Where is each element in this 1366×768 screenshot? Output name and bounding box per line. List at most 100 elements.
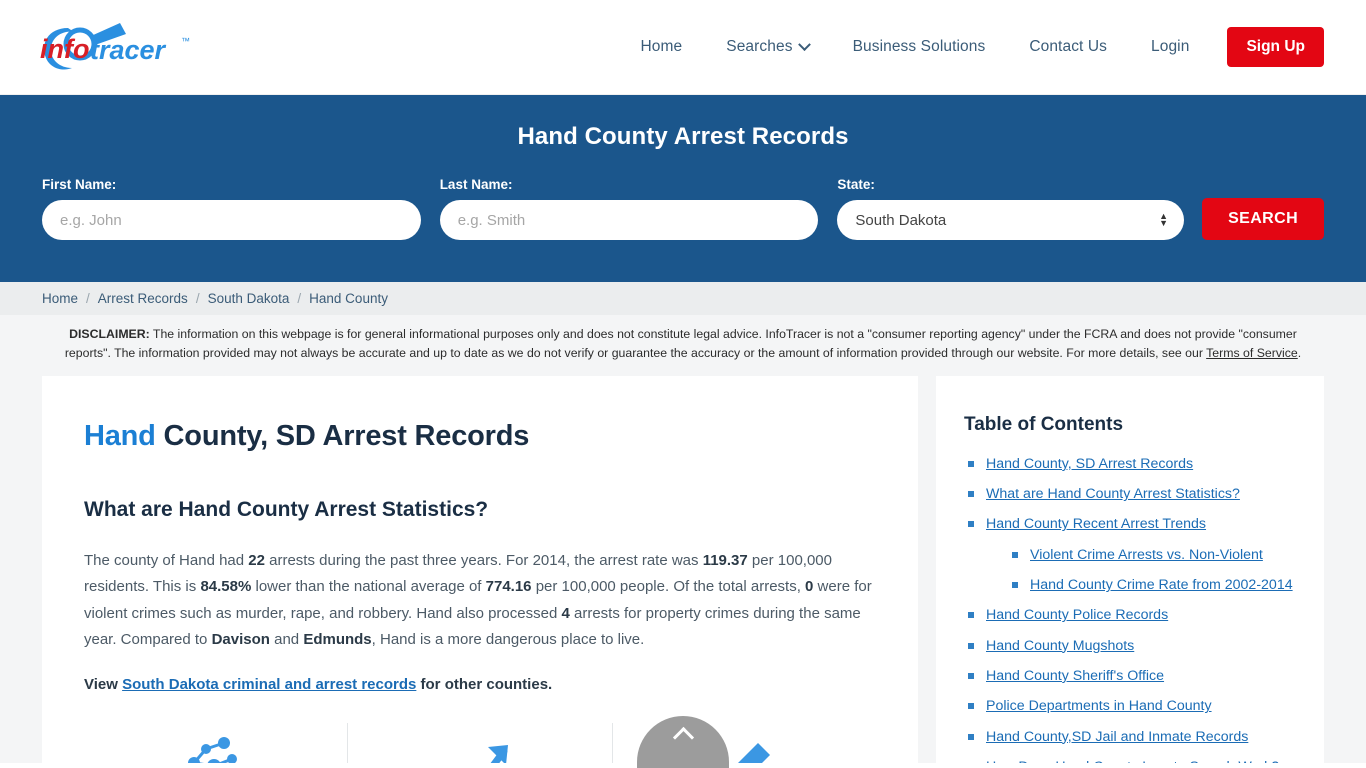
toc-link-hand-county-sheriffs-office[interactable]: Hand County Sheriff's Office xyxy=(986,668,1164,684)
toc-item: Hand County, SD Arrest Records xyxy=(964,454,1296,475)
para-text: and xyxy=(269,631,304,649)
arrest-statistics-paragraph: The county of Hand had 22 arrests during… xyxy=(84,548,876,654)
toc-item: Hand County Sheriff's Office xyxy=(964,666,1296,687)
para-text: arrests during the past three years. For… xyxy=(264,551,703,569)
para-text: The county of Hand had xyxy=(84,551,249,569)
table-of-contents-card: Table of Contents Hand County, SD Arrest… xyxy=(936,375,1324,763)
stat-icon-cell xyxy=(348,723,613,763)
disclaimer-tail: . xyxy=(1297,346,1302,361)
page-title-rest: County, SD Arrest Records xyxy=(155,419,530,452)
toc-sublist: Violent Crime Arrests vs. Non-Violent Ha… xyxy=(1008,545,1296,597)
toc-link-hand-county-police-records[interactable]: Hand County Police Records xyxy=(986,607,1168,623)
trending-up-arrow-icon xyxy=(487,745,508,763)
breadcrumb-separator: / xyxy=(86,291,90,306)
toc-link-police-departments-in-hand-county[interactable]: Police Departments in Hand County xyxy=(986,698,1212,714)
nav-item-contact-us[interactable]: Contact Us xyxy=(1007,38,1129,56)
toc-list: Hand County, SD Arrest Records What are … xyxy=(964,454,1296,763)
stat-national-average: 774.16 xyxy=(485,578,532,596)
view-suffix: for other counties. xyxy=(416,676,553,694)
nav-label: Contact Us xyxy=(1029,38,1107,55)
infotracer-logo[interactable]: info tracer ™ xyxy=(38,16,218,78)
toc-link-hand-county-recent-arrest-trends[interactable]: Hand County Recent Arrest Trends xyxy=(986,516,1206,532)
compare-county-b: Edmunds xyxy=(303,631,372,649)
south-dakota-records-link[interactable]: South Dakota criminal and arrest records xyxy=(122,676,416,693)
compare-county-a: Davison xyxy=(211,631,270,649)
toc-item: Hand County,SD Jail and Inmate Records xyxy=(964,727,1296,748)
nav-label: Searches xyxy=(726,38,793,55)
para-text: , Hand is a more dangerous place to live… xyxy=(371,631,645,649)
search-button[interactable]: SEARCH xyxy=(1202,198,1324,240)
para-text: per 100,000 people. Of the total arrests… xyxy=(531,578,806,596)
statistic-icon-strip xyxy=(84,723,876,763)
last-name-field-group: Last Name: xyxy=(439,177,819,240)
toc-link-hand-county-sd-jail-and-inmate-records[interactable]: Hand County,SD Jail and Inmate Records xyxy=(986,729,1248,745)
nav-label: Business Solutions xyxy=(852,38,986,55)
main-navigation: Home Searches Business Solutions Contact… xyxy=(619,27,1324,67)
toc-link-hand-county-sd-arrest-records[interactable]: Hand County, SD Arrest Records xyxy=(986,456,1193,472)
view-other-counties: View South Dakota criminal and arrest re… xyxy=(84,676,876,693)
nav-item-login[interactable]: Login xyxy=(1129,38,1211,56)
nav-item-home[interactable]: Home xyxy=(619,38,705,56)
toc-link-how-does-hand-county-inmate-search-work[interactable]: How Does Hand County Inmate Search Work? xyxy=(986,759,1279,763)
section-heading-arrest-statistics: What are Hand County Arrest Statistics? xyxy=(84,497,489,521)
page-hero-title: Hand County Arrest Records xyxy=(517,123,849,150)
stat-arrests: 22 xyxy=(248,551,265,569)
toc-item: How Does Hand County Inmate Search Work? xyxy=(964,757,1296,763)
chevron-down-icon xyxy=(797,37,811,51)
toc-item: What are Hand County Arrest Statistics? xyxy=(964,484,1296,505)
terms-of-service-link[interactable]: Terms of Service xyxy=(1206,346,1298,360)
disclaimer-label: DISCLAIMER: xyxy=(69,327,150,341)
toc-item: Hand County Police Records xyxy=(964,605,1296,626)
breadcrumb-item-hand-county: Hand County xyxy=(309,291,388,306)
sign-up-button[interactable]: Sign Up xyxy=(1227,27,1324,67)
stat-arrest-rate: 119.37 xyxy=(702,551,748,569)
toc-item: Police Departments in Hand County xyxy=(964,696,1296,717)
network-nodes-icon xyxy=(187,737,237,763)
breadcrumb-separator: / xyxy=(195,291,200,306)
breadcrumb: Home / Arrest Records / South Dakota / H… xyxy=(0,282,1366,315)
last-name-label: Last Name: xyxy=(439,177,513,192)
page-title: Hand County, SD Arrest Records xyxy=(84,420,876,453)
nav-item-business-solutions[interactable]: Business Solutions xyxy=(831,38,1008,56)
first-name-label: First Name: xyxy=(42,177,117,192)
nav-label: Home xyxy=(640,38,683,55)
arrest-search-form: First Name: Last Name: State: South Dako… xyxy=(42,177,1324,240)
article-card: Hand County, SD Arrest Records What are … xyxy=(42,375,918,763)
state-select[interactable]: South Dakota xyxy=(837,200,1185,240)
stat-property-arrests: 4 xyxy=(561,604,570,622)
toc-link-violent-crime-arrests-vs-non-violent[interactable]: Violent Crime Arrests vs. Non-Violent xyxy=(1030,547,1263,563)
toc-link-hand-county-crime-rate-2002-2014[interactable]: Hand County Crime Rate from 2002-2014 xyxy=(1030,577,1293,593)
breadcrumb-item-arrest-records[interactable]: Arrest Records xyxy=(98,291,188,306)
breadcrumb-separator: / xyxy=(297,291,302,306)
svg-text:™: ™ xyxy=(181,36,190,46)
view-prefix: View xyxy=(84,676,123,694)
first-name-input[interactable] xyxy=(42,200,421,240)
first-name-field-group: First Name: xyxy=(42,177,421,240)
toc-link-what-are-hand-county-arrest-statistics[interactable]: What are Hand County Arrest Statistics? xyxy=(986,486,1240,502)
main-layout: Hand County, SD Arrest Records What are … xyxy=(0,375,1366,763)
state-field-group: State: South Dakota ▲ ▼ xyxy=(837,177,1185,240)
chevron-up-icon xyxy=(672,726,694,749)
logo-icon: info tracer ™ xyxy=(40,23,190,70)
nav-item-searches[interactable]: Searches xyxy=(704,37,830,56)
toc-title: Table of Contents xyxy=(964,413,1124,435)
state-select-wrap: South Dakota ▲ ▼ xyxy=(837,200,1185,240)
site-header: info tracer ™ Home Searches Business Sol… xyxy=(0,0,1366,95)
stat-icon-cell xyxy=(84,723,349,763)
page-title-highlight: Hand xyxy=(84,419,156,452)
toc-subitem: Violent Crime Arrests vs. Non-Violent xyxy=(1008,545,1296,566)
svg-text:tracer: tracer xyxy=(90,35,167,65)
toc-item: Hand County Mugshots xyxy=(964,636,1296,657)
toc-subitem: Hand County Crime Rate from 2002-2014 xyxy=(1008,575,1296,596)
state-label: State: xyxy=(837,177,875,192)
last-name-input[interactable] xyxy=(439,200,819,240)
svg-text:info: info xyxy=(40,34,89,64)
breadcrumb-item-south-dakota[interactable]: South Dakota xyxy=(208,291,290,306)
disclaimer-text: The information on this webpage is for g… xyxy=(64,327,1297,361)
breadcrumb-item-home[interactable]: Home xyxy=(42,291,78,306)
toc-item: Hand County Recent Arrest Trends Violent… xyxy=(964,514,1296,596)
stat-pct-lower: 84.58% xyxy=(200,578,252,596)
search-hero: Hand County Arrest Records First Name: L… xyxy=(0,95,1366,282)
nav-label: Login xyxy=(1151,38,1190,55)
toc-link-hand-county-mugshots[interactable]: Hand County Mugshots xyxy=(986,638,1134,654)
